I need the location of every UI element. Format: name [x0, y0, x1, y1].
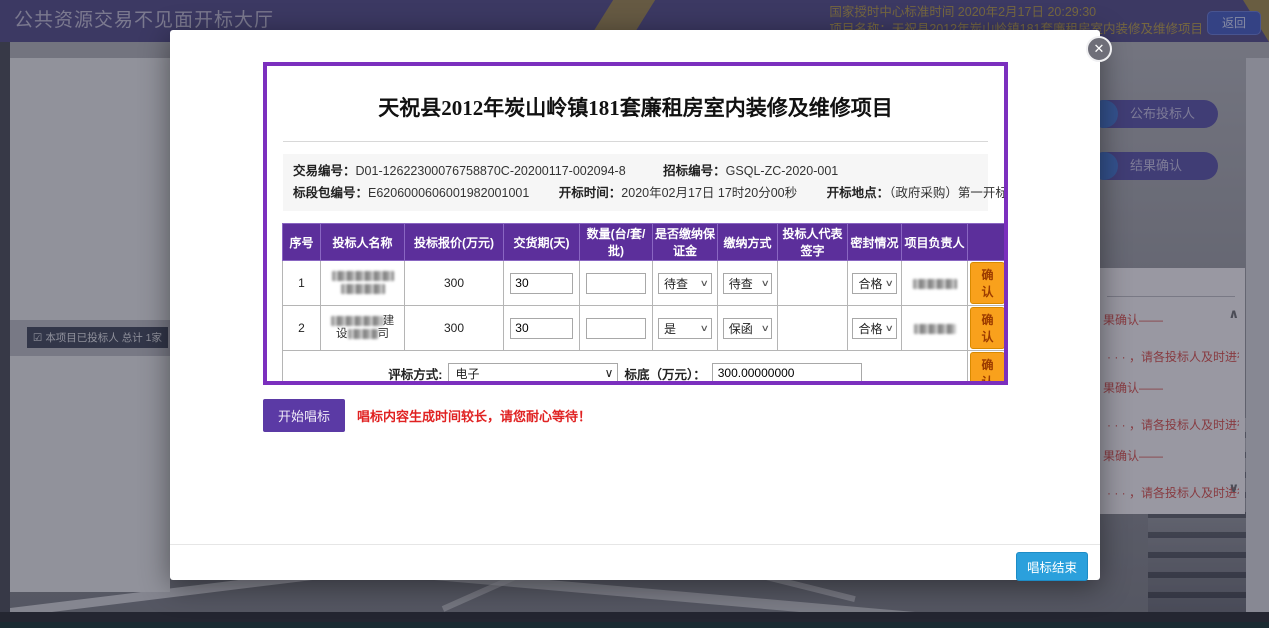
name-fragment: 设: [336, 328, 348, 340]
modal-footer: 唱标结束: [170, 544, 1100, 580]
rep-signature-cell: [778, 261, 848, 306]
deposit-value: 是: [664, 320, 676, 337]
tender-no-label: 招标编号：: [663, 164, 726, 178]
bid-detail-box: 天祝县2012年炭山岭镇181套廉租房室内装修及维修项目 交易编号：D01-12…: [263, 62, 1008, 385]
col-rep-signature: 投标人代表签字: [778, 224, 848, 261]
redaction-blur: [914, 324, 956, 334]
col-actions: [968, 224, 1008, 261]
package-no-value: E6206000606001982001001: [368, 186, 529, 200]
info-row: 交易编号：D01-12622300076758870C-20200117-002…: [293, 160, 978, 182]
chevron-down-icon: ∨: [700, 323, 709, 334]
eval-method-select[interactable]: 电子 ∨: [448, 363, 618, 384]
col-pay-method: 缴纳方式: [718, 224, 778, 261]
eval-method-label: 评标方式:: [388, 364, 442, 383]
quantity-input[interactable]: [586, 318, 646, 339]
seal-status-value: 合格: [858, 320, 882, 337]
bid-price-value: 300: [405, 306, 504, 351]
row-confirm-button[interactable]: 确认: [970, 307, 1005, 349]
chevron-down-icon: ∨: [700, 278, 709, 289]
chevron-down-icon: ∨: [885, 323, 894, 334]
redaction-blur: [348, 329, 378, 339]
chevron-down-icon: ∨: [760, 278, 769, 289]
col-no: 序号: [283, 224, 321, 261]
bid-price-value: 300: [405, 261, 504, 306]
close-icon[interactable]: ✕: [1086, 36, 1112, 62]
name-fragment: 建: [383, 315, 395, 327]
bidders-table: 序号 投标人名称 投标报价(万元) 交货期(天) 数量(台/套/批) 是否缴纳保…: [282, 223, 1008, 385]
eval-confirm-button[interactable]: 确认: [970, 352, 1005, 385]
row-confirm-button[interactable]: 确认: [970, 262, 1005, 304]
col-seal-status: 密封情况: [848, 224, 902, 261]
chevron-down-icon: ∨: [605, 366, 614, 380]
eval-method-row: 评标方式: 电子 ∨ 标底（万元）： 确认: [283, 351, 1008, 386]
row-no: 2: [283, 306, 321, 351]
chevron-down-icon: ∨: [885, 278, 894, 289]
bidder-name-redacted: [321, 261, 405, 306]
col-delivery: 交货期(天): [504, 224, 580, 261]
tender-no-value: GSQL-ZC-2020-001: [726, 164, 839, 178]
start-row: 开始唱标 唱标内容生成时间较长，请您耐心等待！: [263, 399, 591, 432]
table-row: 2 建 设司 300 是∨ 保函∨ 合格∨ 确认: [283, 306, 1008, 351]
redaction-blur: [341, 284, 385, 294]
project-manager-redacted: [902, 261, 968, 306]
page: ☑ 本项目已投标人 总计 1家 公布投标人 结果确认 果确认—— · · · ，…: [0, 0, 1269, 628]
quantity-input[interactable]: [586, 273, 646, 294]
col-project-manager: 项目负责人: [902, 224, 968, 261]
col-deposit-paid: 是否缴纳保证金: [653, 224, 718, 261]
table-header-row: 序号 投标人名称 投标报价(万元) 交货期(天) 数量(台/套/批) 是否缴纳保…: [283, 224, 1008, 261]
redaction-blur: [332, 271, 394, 281]
redaction-blur: [913, 279, 957, 289]
project-title: 天祝县2012年炭山岭镇181套廉租房室内装修及维修项目: [267, 92, 1004, 122]
row-no: 1: [283, 261, 321, 306]
rep-signature-cell: [778, 306, 848, 351]
delivery-input[interactable]: [510, 273, 572, 294]
deposit-select[interactable]: 是∨: [658, 318, 712, 339]
trade-no-label: 交易编号：: [293, 164, 356, 178]
base-price-input[interactable]: [712, 363, 862, 384]
pay-method-value: 待查: [729, 275, 753, 292]
pay-method-value: 保函: [729, 320, 753, 337]
start-bid-announce-button[interactable]: 开始唱标: [263, 399, 345, 432]
wait-warning-text: 唱标内容生成时间较长，请您耐心等待！: [357, 406, 591, 425]
deposit-value: 待查: [664, 275, 688, 292]
seal-status-select[interactable]: 合格∨: [852, 318, 896, 339]
open-time-label: 开标时间：: [559, 186, 622, 200]
pay-method-select[interactable]: 保函 ∨: [723, 318, 773, 339]
trade-no-value: D01-12622300076758870C-20200117-002094-8: [356, 164, 626, 178]
seal-status-value: 合格: [858, 275, 882, 292]
pay-method-select[interactable]: 待查 ∨: [723, 273, 773, 294]
project-info-block: 交易编号：D01-12622300076758870C-20200117-002…: [283, 154, 988, 211]
chevron-down-icon: ∨: [760, 323, 769, 334]
col-bidder-name: 投标人名称: [321, 224, 405, 261]
open-time-value: 2020年02月17日 17时20分00秒: [621, 186, 797, 200]
seal-status-select[interactable]: 合格∨: [852, 273, 896, 294]
package-no-label: 标段包编号：: [293, 186, 368, 200]
open-place-value: （政府采购）第一开标厅: [889, 186, 1008, 200]
redaction-blur: [331, 316, 383, 326]
eval-method-value: 电子: [455, 365, 479, 382]
name-fragment: 司: [378, 328, 390, 340]
info-row: 标段包编号：E6206000606001982001001 开标时间：2020年…: [293, 182, 978, 204]
deposit-select[interactable]: 待查 ∨: [658, 273, 712, 294]
delivery-input[interactable]: [510, 318, 572, 339]
title-divider: [283, 141, 988, 142]
col-bid-price: 投标报价(万元): [405, 224, 504, 261]
open-place-label: 开标地点：: [827, 186, 890, 200]
bidder-name-redacted: 建 设 司: [321, 306, 405, 351]
base-price-label: 标底（万元）：: [624, 364, 705, 383]
table-row: 1 300 待查∨ 待查∨ 合格∨ 确认: [283, 261, 1008, 306]
col-quantity: 数量(台/套/批): [580, 224, 653, 261]
end-bid-announce-button[interactable]: 唱标结束: [1016, 552, 1088, 581]
bid-opening-modal: ✕ 天祝县2012年炭山岭镇181套廉租房室内装修及维修项目 交易编号：D01-…: [170, 30, 1100, 580]
project-manager-redacted: [902, 306, 968, 351]
